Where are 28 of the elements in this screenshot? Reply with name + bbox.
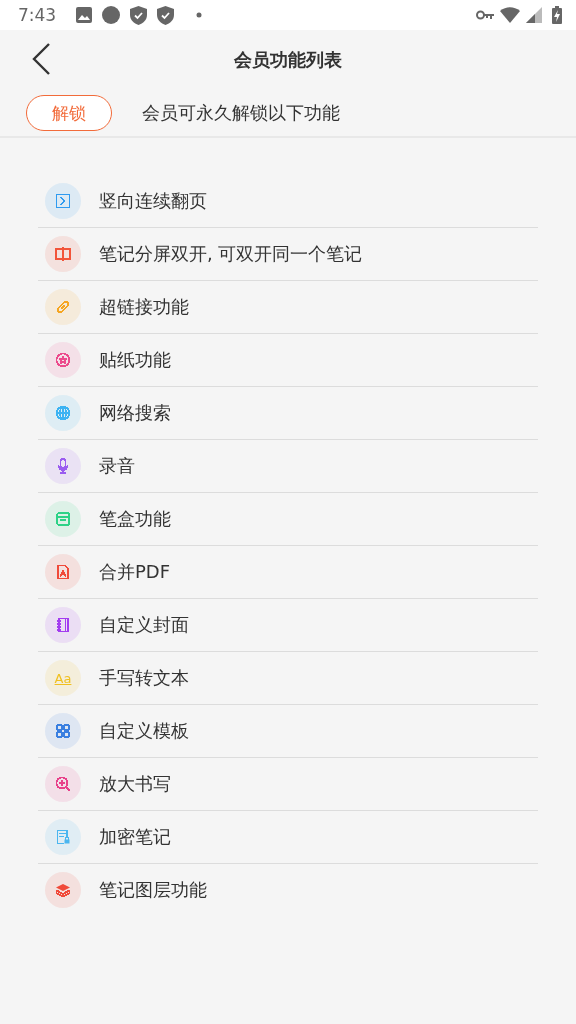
feature-label: 笔记图层功能: [99, 878, 207, 902]
feature-label: 自定义封面: [99, 613, 189, 637]
unlock-description: 会员可永久解锁以下功能: [142, 101, 340, 125]
feature-label: 合并PDF: [99, 560, 171, 584]
circle-icon: [102, 6, 121, 24]
feature-label: 加密笔记: [99, 825, 171, 849]
feature-label: 放大书写: [99, 772, 171, 796]
shield-icon: [157, 5, 175, 25]
image-icon: [76, 7, 93, 23]
text-recognition-icon: Aa: [54, 670, 72, 686]
dot-icon: [196, 12, 203, 18]
feature-label: 网络搜索: [99, 401, 171, 425]
feature-label: 笔记分屏双开, 可双开同一个笔记: [99, 242, 363, 266]
feature-label: 手写转文本: [99, 666, 189, 690]
feature-label: 贴纸功能: [99, 348, 171, 372]
shield-icon: [130, 5, 148, 25]
signal-icon: [526, 7, 542, 23]
feature-label: 笔盒功能: [99, 507, 171, 531]
key-icon: [476, 10, 494, 20]
wifi-icon: [500, 7, 520, 23]
battery-icon: [552, 6, 562, 24]
page-title: 会员功能列表: [234, 48, 342, 72]
clock-time: 7:43: [18, 5, 57, 25]
feature-label: 超链接功能: [99, 295, 189, 319]
feature-label: 竖向连续翻页: [99, 189, 207, 213]
feature-label: 录音: [99, 454, 135, 478]
feature-label: 自定义模板: [99, 719, 189, 743]
unlock-button[interactable]: 解锁: [26, 95, 112, 131]
